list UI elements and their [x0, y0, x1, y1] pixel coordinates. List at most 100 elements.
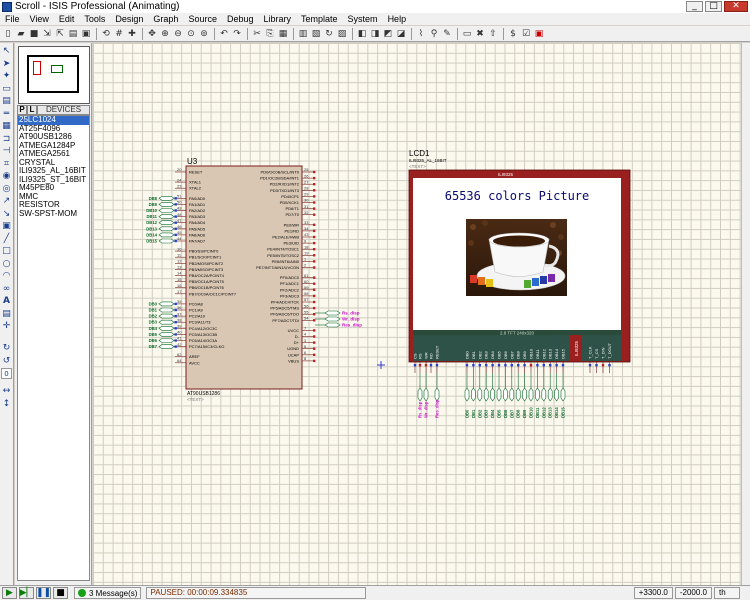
menu-template[interactable]: Template [296, 13, 343, 25]
origin-icon[interactable]: ✚ [126, 28, 138, 40]
wire-label-icon[interactable]: ▭ [1, 84, 12, 95]
step-button[interactable]: ▶▏ [19, 587, 34, 599]
overview-window[interactable] [18, 46, 90, 104]
library-manager-button[interactable]: L [27, 105, 37, 115]
pick-devices-button[interactable]: P [17, 105, 27, 115]
rotate-anticlockwise-icon[interactable]: ↺ [1, 356, 12, 367]
zoom-all-icon[interactable]: ⊙ [185, 28, 197, 40]
terminals-icon[interactable]: ⊐ [1, 134, 12, 145]
undo-icon[interactable]: ↶ [218, 28, 230, 40]
pause-button[interactable]: ❚❚ [36, 587, 51, 599]
decompose-icon[interactable]: ◪ [395, 28, 407, 40]
new-file-icon[interactable]: ▯ [2, 28, 14, 40]
menu-design[interactable]: Design [110, 13, 148, 25]
vertical-scrollbar[interactable] [741, 43, 750, 585]
play-button[interactable]: ▶ [2, 587, 17, 599]
redraw-icon[interactable]: ⟲ [100, 28, 112, 40]
property-tool-icon[interactable]: ✎ [441, 28, 453, 40]
u3-pin-number: 35 [177, 299, 182, 304]
export-icon[interactable]: ⇱ [54, 28, 66, 40]
device-item[interactable]: SW-SPST-MOM [18, 209, 89, 219]
u3-pin-state [313, 353, 316, 356]
block-rotate-icon[interactable]: ↻ [323, 28, 335, 40]
lcd-pin-state [497, 364, 501, 367]
block-move-icon[interactable]: ▧ [310, 28, 322, 40]
arc-icon[interactable]: ◠ [1, 271, 12, 282]
stop-button[interactable]: ■ [53, 587, 68, 599]
save-icon[interactable]: ■ [28, 28, 40, 40]
mirror-vertical-icon[interactable]: ↕ [1, 399, 12, 410]
circle-icon[interactable]: ○ [1, 259, 12, 270]
selection-mode-icon[interactable]: ↖ [1, 46, 12, 57]
block-copy-icon[interactable]: ▥ [297, 28, 309, 40]
electrical-rule-check-icon[interactable]: ☑ [520, 28, 532, 40]
schematic-drawing[interactable]: U3 AT90USB1286 <TEXT> 20 RESET24 XTAL123 XT… [93, 43, 741, 585]
text-script-icon[interactable]: ▤ [1, 96, 12, 107]
print-area-icon[interactable]: ▣ [80, 28, 92, 40]
menu-library[interactable]: Library [259, 13, 297, 25]
component-mode-icon[interactable]: ➤ [1, 59, 12, 70]
menu-file[interactable]: File [0, 13, 25, 25]
wire-autorouter-icon[interactable]: ⌇ [415, 28, 427, 40]
bill-of-materials-icon[interactable]: $ [507, 28, 519, 40]
make-device-icon[interactable]: ◨ [369, 28, 381, 40]
u3-pin-number: 47 [177, 218, 182, 223]
zoom-out-icon[interactable]: ⊖ [172, 28, 184, 40]
import-icon[interactable]: ⇲ [41, 28, 53, 40]
paste-icon[interactable]: ▦ [277, 28, 289, 40]
menu-tools[interactable]: Tools [79, 13, 110, 25]
graph-icon[interactable]: ⌗ [1, 159, 12, 170]
text-icon[interactable]: A [1, 296, 12, 307]
messages-indicator[interactable]: 3 Message(s) [74, 587, 142, 599]
current-probe-icon[interactable]: ↘ [1, 209, 12, 220]
u3-pin-number: 34 [304, 226, 309, 231]
menu-system[interactable]: System [343, 13, 383, 25]
device-list[interactable]: 25LC1024 AT25F4096 AT90USB1286 ATMEGA1284P A… [17, 115, 90, 581]
schematic-canvas[interactable]: U3 AT90USB1286 <TEXT> 20 RESET 24 XTAL1 23 XT… [93, 43, 741, 585]
search-tag-icon[interactable]: ⚲ [428, 28, 440, 40]
netlist-to-ares-icon[interactable]: ▣ [533, 28, 545, 40]
marker-icon[interactable]: ✛ [1, 321, 12, 332]
exit-to-parent-icon[interactable]: ⇧ [487, 28, 499, 40]
lcd-pin-state [555, 364, 558, 367]
buses-icon[interactable]: ═ [1, 109, 12, 120]
menu-source[interactable]: Source [183, 13, 222, 25]
junction-dot-icon[interactable]: ✦ [1, 71, 12, 82]
redo-icon[interactable]: ↷ [231, 28, 243, 40]
copy-icon[interactable]: ⎘ [264, 28, 276, 40]
zoom-in-icon[interactable]: ⊕ [159, 28, 171, 40]
path-icon[interactable]: ∞ [1, 284, 12, 295]
line-icon[interactable]: ╱ [1, 234, 12, 245]
symbol-icon[interactable]: ▤ [1, 309, 12, 320]
voltage-probe-icon[interactable]: ↗ [1, 196, 12, 207]
lcd-net-terminal [471, 387, 476, 402]
print-icon[interactable]: ▤ [67, 28, 79, 40]
pick-device-icon[interactable]: ◧ [356, 28, 368, 40]
menu-edit[interactable]: Edit [54, 13, 80, 25]
menu-view[interactable]: View [25, 13, 54, 25]
minimize-button[interactable]: _ [686, 1, 703, 12]
close-button[interactable]: ✕ [724, 1, 748, 12]
tape-recorder-icon[interactable]: ◉ [1, 171, 12, 182]
box-icon[interactable]: □ [1, 246, 12, 257]
generator-icon[interactable]: ◎ [1, 184, 12, 195]
block-delete-icon[interactable]: ▨ [336, 28, 348, 40]
cut-icon[interactable]: ✂ [251, 28, 263, 40]
zoom-area-icon[interactable]: ⊚ [198, 28, 210, 40]
menu-debug[interactable]: Debug [222, 13, 259, 25]
grid-icon[interactable]: # [113, 28, 125, 40]
rotate-clockwise-icon[interactable]: ↻ [1, 343, 12, 354]
packaging-icon[interactable]: ◩ [382, 28, 394, 40]
open-folder-icon[interactable]: ▰ [15, 28, 27, 40]
mirror-horizontal-icon[interactable]: ↔ [1, 386, 12, 397]
maximize-button[interactable]: □ [705, 1, 722, 12]
rotation-angle-field[interactable]: 0 [1, 368, 12, 379]
virtual-instruments-icon[interactable]: ▣ [1, 221, 12, 232]
remove-sheet-icon[interactable]: ✖ [474, 28, 486, 40]
menu-help[interactable]: Help [383, 13, 412, 25]
pan-icon[interactable]: ✥ [146, 28, 158, 40]
subcircuit-icon[interactable]: ▦ [1, 121, 12, 132]
new-sheet-icon[interactable]: ▭ [461, 28, 473, 40]
menu-graph[interactable]: Graph [148, 13, 183, 25]
device-pins-icon[interactable]: ⊣ [1, 146, 12, 157]
